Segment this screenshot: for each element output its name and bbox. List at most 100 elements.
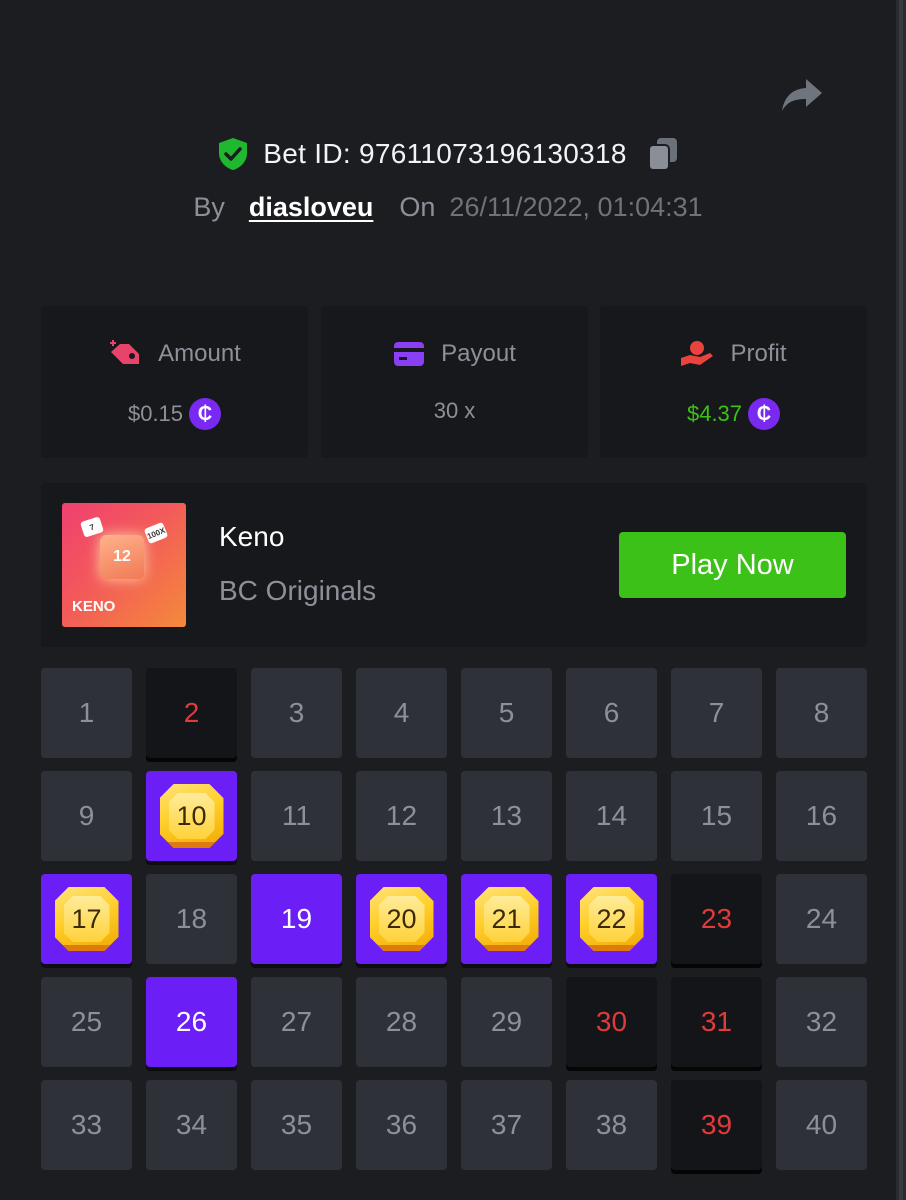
keno-tile[interactable]: 31 (671, 977, 762, 1067)
tile-number: 30 (595, 1006, 628, 1037)
profit-card: Profit $4.37 ₵ (600, 306, 867, 458)
thumb-die-right: 100X (143, 521, 169, 545)
keno-tile[interactable]: 2 (146, 668, 237, 758)
keno-tile[interactable]: 22 (566, 874, 657, 964)
keno-tile[interactable]: 33 (41, 1080, 132, 1170)
keno-tile[interactable]: 9 (41, 771, 132, 861)
keno-tile[interactable]: 40 (776, 1080, 867, 1170)
play-now-button[interactable]: Play Now (619, 532, 846, 598)
tile-number: 40 (805, 1109, 838, 1140)
keno-tile[interactable]: 13 (461, 771, 552, 861)
keno-thumbnail[interactable]: 7 100X 12 KENO (62, 503, 186, 627)
tile-number: 34 (175, 1109, 208, 1140)
profit-value: $4.37 (686, 401, 743, 426)
keno-tile[interactable]: 34 (146, 1080, 237, 1170)
author-row: By diasloveu On 26/11/2022, 01:04:31 (0, 192, 896, 223)
keno-tile[interactable]: 14 (566, 771, 657, 861)
keno-tile[interactable]: 28 (356, 977, 447, 1067)
keno-tile[interactable]: 37 (461, 1080, 552, 1170)
tile-number: 16 (805, 800, 838, 831)
tile-number: 28 (385, 1006, 418, 1037)
copy-icon (647, 138, 677, 171)
coin-icon: ₵ (189, 398, 222, 430)
keno-tile[interactable]: 17 (41, 874, 132, 964)
tile-number: 13 (490, 800, 523, 831)
shield-check-icon (219, 138, 248, 170)
keno-tile[interactable]: 38 (566, 1080, 657, 1170)
game-name: Keno (219, 521, 285, 552)
payout-value: 30 x (433, 398, 476, 423)
keno-tile[interactable]: 27 (251, 977, 342, 1067)
keno-tile[interactable]: 36 (356, 1080, 447, 1170)
keno-tile[interactable]: 6 (566, 668, 657, 758)
coin-icon: ₵ (748, 398, 781, 430)
tile-number: 14 (595, 800, 628, 831)
tile-number: 23 (700, 903, 733, 934)
keno-tile[interactable]: 23 (671, 874, 762, 964)
keno-tile[interactable]: 12 (356, 771, 447, 861)
tile-number: 27 (280, 1006, 313, 1037)
bet-id-row: Bet ID: 97611073196130318 (0, 136, 896, 172)
keno-tile[interactable]: 32 (776, 977, 867, 1067)
tile-number: 7 (708, 697, 725, 728)
gold-gem-icon: 17 (54, 887, 119, 951)
keno-tile[interactable]: 30 (566, 977, 657, 1067)
tile-number: 20 (386, 903, 417, 934)
share-icon (782, 79, 822, 111)
keno-tile[interactable]: 7 (671, 668, 762, 758)
keno-tile[interactable]: 24 (776, 874, 867, 964)
amount-label: Amount (158, 340, 241, 367)
keno-tile[interactable]: 25 (41, 977, 132, 1067)
gem-face: 20 (378, 896, 425, 942)
tile-number: 25 (70, 1006, 103, 1037)
bet-datetime: 26/11/2022, 01:04:31 (449, 192, 703, 222)
keno-tile[interactable]: 29 (461, 977, 552, 1067)
gem-face: 10 (168, 793, 215, 839)
tile-number: 8 (813, 697, 830, 728)
tile-number: 17 (71, 903, 102, 934)
keno-tile[interactable]: 8 (776, 668, 867, 758)
tile-number: 5 (498, 697, 515, 728)
thumb-gem: 12 (100, 535, 144, 579)
keno-tile[interactable]: 20 (356, 874, 447, 964)
keno-tile[interactable]: 11 (251, 771, 342, 861)
scrollbar-thumb[interactable] (899, 0, 903, 1200)
keno-tile[interactable]: 15 (671, 771, 762, 861)
keno-tile[interactable]: 4 (356, 668, 447, 758)
hand-coin-icon (681, 341, 714, 366)
tile-number: 1 (78, 697, 95, 728)
keno-tile[interactable]: 35 (251, 1080, 342, 1170)
keno-tile[interactable]: 19 (251, 874, 342, 964)
thumb-keno-label: KENO (72, 598, 116, 615)
keno-tile[interactable]: 18 (146, 874, 237, 964)
gem-face: 22 (588, 896, 635, 942)
bet-id-text: Bet ID: 97611073196130318 (263, 138, 627, 169)
money-bag-icon (110, 340, 140, 364)
tile-number: 15 (700, 800, 733, 831)
share-button[interactable] (778, 72, 826, 120)
keno-tile[interactable]: 21 (461, 874, 552, 964)
gold-gem-icon: 20 (369, 887, 434, 951)
keno-tile[interactable]: 10 (146, 771, 237, 861)
copy-button[interactable] (647, 136, 679, 172)
keno-tile[interactable]: 39 (671, 1080, 762, 1170)
amount-value: $0.15 (127, 401, 184, 426)
tile-number: 2 (183, 697, 200, 728)
credit-card-icon (394, 342, 425, 366)
keno-tile[interactable]: 16 (776, 771, 867, 861)
gem-face: 21 (483, 896, 530, 942)
tile-number: 10 (176, 800, 207, 831)
keno-tile[interactable]: 1 (41, 668, 132, 758)
tile-number: 19 (280, 903, 313, 934)
keno-tile[interactable]: 3 (251, 668, 342, 758)
keno-tile[interactable]: 26 (146, 977, 237, 1067)
tile-number: 12 (385, 800, 418, 831)
amount-card: Amount $0.15 ₵ (41, 306, 308, 458)
username-link[interactable]: diasloveu (249, 192, 374, 223)
by-label: By (193, 192, 225, 222)
keno-tile[interactable]: 5 (461, 668, 552, 758)
profit-label: Profit (730, 340, 787, 367)
tile-number: 35 (280, 1109, 313, 1140)
keno-board: 1 2 3 4 5 6 7 8 9 10 11 12 13 14 15 16 17 18 19 20 21 22 23 24 2… (41, 668, 867, 1170)
tile-number: 31 (700, 1006, 733, 1037)
